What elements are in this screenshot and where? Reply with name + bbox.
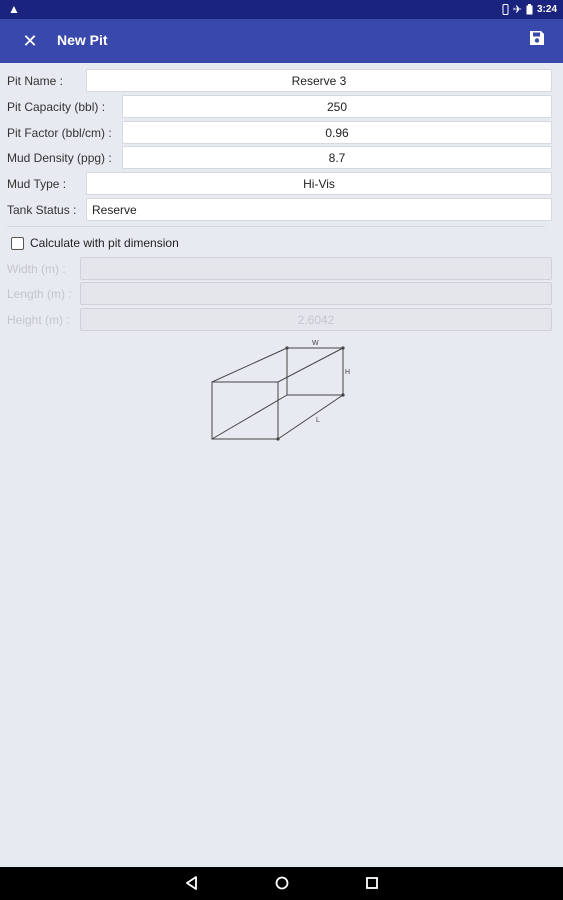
pit-factor-row: Pit Factor (bbl/cm) : 0.96: [0, 120, 563, 146]
back-icon[interactable]: [184, 875, 200, 891]
pit-name-input[interactable]: Reserve 3: [86, 69, 552, 92]
pit-capacity-input[interactable]: 250: [122, 95, 552, 118]
vibrate-icon: [502, 4, 509, 15]
home-icon[interactable]: [274, 875, 290, 891]
checkbox-box[interactable]: [11, 236, 24, 250]
tank-status-label: Tank Status :: [7, 203, 77, 217]
divider: [7, 226, 545, 227]
clock: 3:24: [536, 4, 557, 15]
pit-capacity-label: Pit Capacity (bbl) :: [7, 100, 106, 114]
pit-name-label: Pit Name :: [7, 74, 64, 88]
pit-box-diagram: W H L: [211, 340, 350, 441]
warning-icon: ▲: [8, 2, 20, 16]
l-label: L: [316, 417, 320, 424]
h-label: H: [345, 369, 350, 376]
tank-status-row: Tank Status : Reserve: [0, 197, 563, 223]
mud-type-row: Mud Type : Hi-Vis: [0, 171, 563, 197]
pit-capacity-row: Pit Capacity (bbl) : 250: [0, 94, 563, 120]
status-bar: ▲ ✈ 3:24: [0, 0, 563, 19]
mud-type-label: Mud Type :: [7, 177, 67, 191]
pit-factor-label: Pit Factor (bbl/cm) :: [7, 126, 112, 140]
pit-name-row: Pit Name : Reserve 3: [0, 68, 563, 94]
calculate-with-dimension-checkbox[interactable]: Calculate with pit dimension: [11, 236, 179, 250]
back-face: [286, 347, 344, 396]
tank-status-input[interactable]: Reserve: [86, 198, 552, 221]
app-bar: ✕ New Pit: [0, 19, 563, 63]
battery-icon: [526, 4, 533, 15]
save-icon: [530, 31, 544, 45]
width-input[interactable]: [80, 257, 552, 280]
length-label: Length (m) :: [7, 287, 72, 301]
length-row: Length (m) :: [0, 281, 563, 307]
navigation-bar: [0, 867, 563, 900]
length-input[interactable]: [80, 282, 552, 305]
w-label: W: [312, 340, 319, 347]
mud-density-label: Mud Density (ppg) :: [7, 151, 112, 165]
close-icon: ✕: [22, 31, 38, 51]
save-button[interactable]: [529, 30, 549, 50]
front-face: [211, 381, 279, 440]
mud-type-input[interactable]: Hi-Vis: [86, 172, 552, 195]
recents-icon[interactable]: [364, 875, 380, 891]
page-title: New Pit: [57, 32, 108, 48]
height-row: Height (m) : 2.6042: [0, 307, 563, 333]
pit-factor-input[interactable]: 0.96: [122, 121, 552, 144]
height-label: Height (m) :: [7, 313, 70, 327]
mud-density-input[interactable]: 8.7: [122, 146, 552, 169]
mud-density-row: Mud Density (ppg) : 8.7: [0, 145, 563, 171]
height-input[interactable]: 2.6042: [80, 308, 552, 331]
width-row: Width (m) :: [0, 256, 563, 282]
checkbox-label: Calculate with pit dimension: [30, 236, 179, 250]
width-label: Width (m) :: [7, 262, 66, 276]
close-button[interactable]: ✕: [20, 29, 40, 53]
airplane-icon: ✈: [512, 4, 522, 16]
